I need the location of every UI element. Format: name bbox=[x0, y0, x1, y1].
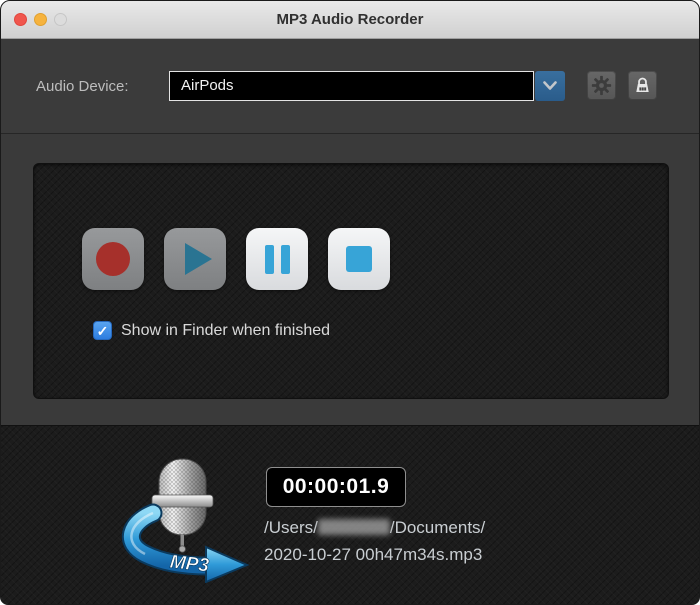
play-button[interactable] bbox=[164, 228, 226, 290]
status-section: MP3 00:00:01.9 /Users/ /Documents/ 2020-1… bbox=[1, 425, 700, 605]
mp3-badge-text: MP3 bbox=[169, 552, 210, 577]
lock-icon bbox=[632, 75, 653, 96]
gear-icon bbox=[591, 75, 612, 96]
output-file-path: /Users/ /Documents/ 2020-10-27 00h47m34s.… bbox=[264, 514, 564, 568]
output-file-name: 2020-10-27 00h47m34s.mp3 bbox=[264, 545, 482, 564]
record-button[interactable] bbox=[82, 228, 144, 290]
stop-icon bbox=[346, 246, 372, 272]
audio-device-dropdown[interactable]: AirPods bbox=[169, 71, 565, 101]
toolbar: Audio Device: AirPods bbox=[1, 39, 699, 134]
recording-timer: 00:00:01.9 bbox=[266, 467, 406, 507]
lock-button[interactable] bbox=[628, 71, 657, 100]
record-icon bbox=[96, 242, 130, 276]
audio-device-label: Audio Device: bbox=[36, 78, 129, 95]
app-window: MP3 Audio Recorder Audio Device: AirPods bbox=[0, 0, 700, 605]
pause-icon bbox=[265, 245, 290, 274]
stop-button[interactable] bbox=[328, 228, 390, 290]
show-in-finder-label: Show in Finder when finished bbox=[121, 322, 330, 340]
show-in-finder-checkbox[interactable]: ✓ bbox=[93, 321, 112, 340]
path-prefix: /Users/ bbox=[264, 518, 318, 537]
redacted-username bbox=[318, 519, 390, 535]
settings-button[interactable] bbox=[587, 71, 616, 100]
show-in-finder-option: ✓ Show in Finder when finished bbox=[93, 321, 330, 340]
recorder-panel: ✓ Show in Finder when finished bbox=[33, 163, 669, 399]
checkmark-icon: ✓ bbox=[97, 324, 109, 338]
mp3-microphone-icon: MP3 bbox=[113, 443, 251, 583]
window-title: MP3 Audio Recorder bbox=[1, 1, 699, 39]
transport-controls bbox=[82, 228, 390, 290]
title-bar: MP3 Audio Recorder bbox=[1, 1, 699, 39]
audio-device-value[interactable]: AirPods bbox=[169, 71, 534, 101]
dropdown-button[interactable] bbox=[535, 71, 565, 101]
play-icon bbox=[185, 243, 212, 275]
path-suffix: /Documents/ bbox=[390, 518, 485, 537]
chevron-down-icon bbox=[540, 76, 560, 96]
pause-button[interactable] bbox=[246, 228, 308, 290]
